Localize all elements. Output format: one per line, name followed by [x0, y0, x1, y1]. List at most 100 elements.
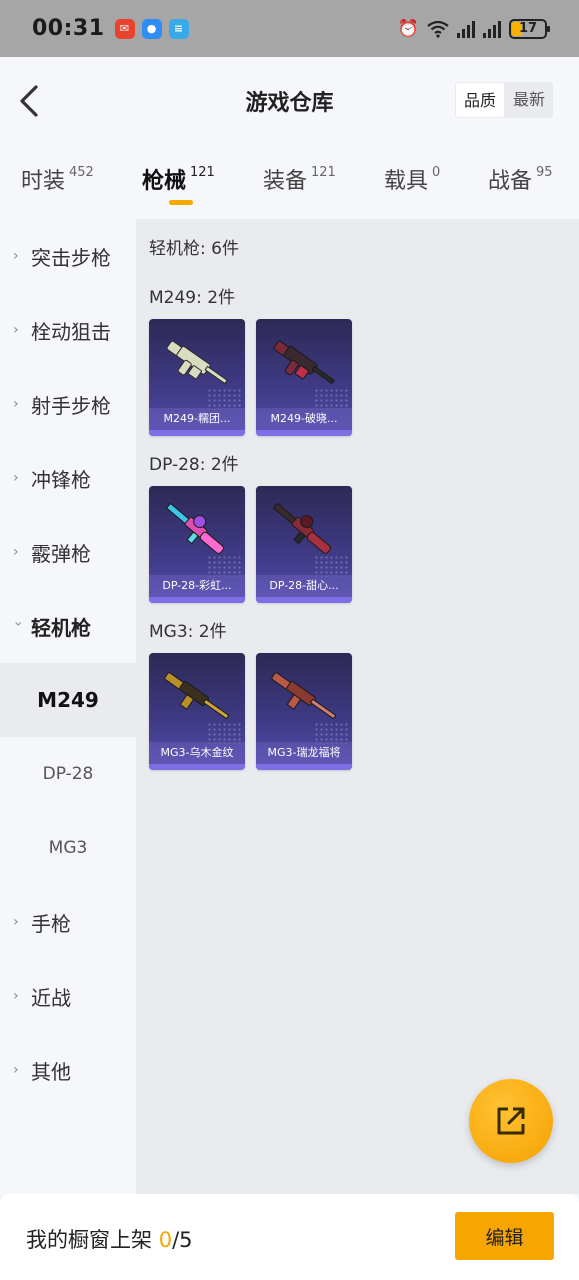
group-title-mg3: MG3: 2件: [149, 622, 227, 642]
weapon-icon: [165, 502, 225, 554]
external-link-icon: [497, 1107, 525, 1135]
active-tab-indicator: [169, 200, 193, 205]
battery-icon: 17: [509, 18, 550, 39]
sort-newest-button[interactable]: 最新: [505, 82, 553, 118]
chevron-right-icon: ›: [13, 470, 19, 486]
sidebar-item-shotgun[interactable]: › 霰弹枪: [0, 515, 136, 589]
tab-count: 121: [190, 165, 215, 180]
item-card[interactable]: DP-28-甜心...: [256, 486, 352, 603]
weapon-icon: [166, 340, 228, 385]
showcase-label: 我的橱窗上架: [26, 1228, 159, 1252]
edit-button[interactable]: 编辑: [455, 1212, 554, 1260]
sidebar-item-label: 冲锋枪: [31, 467, 91, 492]
alarm-icon: ⏰: [397, 18, 419, 39]
rarity-bar: [256, 764, 352, 770]
tab-label: 战备: [488, 169, 533, 194]
sidebar-item-label: 手枪: [31, 911, 71, 936]
weapon-icon: [271, 672, 337, 720]
tab-battle-prep[interactable]: 战备 95: [488, 163, 553, 195]
sidebar-item-label: 栓动狙击: [31, 319, 111, 344]
chevron-right-icon: ›: [13, 396, 19, 412]
item-card[interactable]: M249-糯团...: [149, 319, 245, 436]
showcase-total: /5: [172, 1228, 193, 1252]
rarity-bar: [149, 764, 245, 770]
signal-icon: [457, 20, 475, 38]
rarity-bar: [256, 430, 352, 436]
tab-firearms[interactable]: 枪械 121: [142, 163, 215, 195]
status-time: 00:31: [32, 16, 105, 41]
rarity-bar: [149, 430, 245, 436]
sidebar-subitem-mg3[interactable]: MG3: [0, 811, 136, 885]
tab-fashion[interactable]: 时装 452: [21, 163, 94, 195]
weapon-type-sidebar: › 突击步枪 › 栓动狙击 › 射手步枪 › 冲锋枪 › 霰弹枪 › 轻机枪 M…: [0, 219, 136, 1194]
tab-count: 452: [69, 165, 94, 180]
group-title-m249: M249: 2件: [149, 288, 236, 308]
signal-icon-2: [483, 20, 501, 38]
showcase-current: 0: [158, 1228, 173, 1252]
sidebar-item-smg[interactable]: › 冲锋枪: [0, 441, 136, 515]
sidebar-item-label: 近战: [31, 985, 71, 1010]
sort-toggle: 品质 最新: [454, 82, 553, 118]
tab-equipment[interactable]: 装备 121: [263, 163, 336, 195]
sort-quality-button[interactable]: 品质: [454, 82, 505, 118]
category-total: 轻机枪: 6件: [149, 239, 239, 259]
notification-icons: ✉ ● ≡: [114, 18, 189, 39]
sidebar-item-bolt-sniper[interactable]: › 栓动狙击: [0, 293, 136, 367]
news-notification-icon: ≡: [168, 18, 189, 39]
item-card[interactable]: MG3-瑞龙福将: [256, 653, 352, 770]
tab-vehicles[interactable]: 载具 0: [384, 163, 440, 195]
sidebar-item-assault-rifle[interactable]: › 突击步枪: [0, 219, 136, 293]
chevron-right-icon: ›: [13, 988, 19, 1004]
chevron-right-icon: ›: [13, 914, 19, 930]
group-title-dp28: DP-28: 2件: [149, 455, 239, 475]
sidebar-item-label: 射手步枪: [31, 393, 111, 418]
sidebar-item-label: 其他: [31, 1059, 71, 1084]
sidebar-item-marksman-rifle[interactable]: › 射手步枪: [0, 367, 136, 441]
chevron-right-icon: ›: [13, 544, 19, 560]
item-grid-panel: 轻机枪: 6件 M249: 2件 M249-糯团... M249-破晓... D…: [136, 219, 579, 1194]
sidebar-item-other[interactable]: › 其他: [0, 1033, 136, 1107]
item-card[interactable]: DP-28-彩虹...: [149, 486, 245, 603]
header: 游戏仓库 品质 最新: [0, 57, 579, 145]
chat-notification-icon: ●: [141, 18, 162, 39]
item-card[interactable]: MG3-乌木金纹: [149, 653, 245, 770]
tab-label: 载具: [384, 169, 429, 194]
rarity-bar: [149, 597, 245, 603]
item-name: MG3-乌木金纹: [149, 742, 245, 764]
battery-level: 17: [518, 21, 538, 36]
weapon-icon: [273, 340, 335, 385]
tab-label: 时装: [21, 169, 66, 194]
sidebar-item-label: 突击步枪: [31, 245, 111, 270]
chevron-down-icon: ›: [10, 621, 26, 627]
tab-count: 0: [432, 165, 441, 180]
sidebar-item-melee[interactable]: › 近战: [0, 959, 136, 1033]
sidebar-item-lmg[interactable]: › 轻机枪: [0, 589, 136, 663]
chevron-right-icon: ›: [13, 322, 19, 338]
bottom-bar: 我的橱窗上架 0/5 编辑: [0, 1194, 579, 1280]
tab-label: 装备: [263, 169, 308, 194]
tab-count: 121: [311, 165, 336, 180]
sidebar-item-pistol[interactable]: › 手枪: [0, 885, 136, 959]
item-name: DP-28-彩虹...: [149, 575, 245, 597]
tab-label: 枪械: [142, 169, 187, 194]
sidebar-subitem-dp28[interactable]: DP-28: [0, 737, 136, 811]
app-notification-icon: ✉: [114, 18, 135, 39]
item-card[interactable]: M249-破晓...: [256, 319, 352, 436]
sidebar-item-label: 轻机枪: [31, 615, 91, 640]
weapon-icon: [272, 502, 332, 554]
item-name: MG3-瑞龙福将: [256, 742, 352, 764]
chevron-right-icon: ›: [13, 1062, 19, 1078]
item-name: M249-破晓...: [256, 408, 352, 430]
sidebar-item-label: 霰弹枪: [31, 541, 91, 566]
showcase-count: 我的橱窗上架 0/5: [26, 1224, 193, 1254]
weapon-icon: [164, 672, 230, 720]
item-name: M249-糯团...: [149, 408, 245, 430]
wifi-icon: [427, 20, 449, 38]
status-bar: 00:31 ✉ ● ≡ ⏰ 17: [0, 0, 579, 57]
sidebar-subitem-m249[interactable]: M249: [0, 663, 136, 737]
share-fab-button[interactable]: [469, 1079, 553, 1163]
tab-count: 95: [536, 165, 553, 180]
chevron-right-icon: ›: [13, 248, 19, 264]
rarity-bar: [256, 597, 352, 603]
category-tabs: 时装 452 枪械 121 装备 121 载具 0 战备 95: [0, 145, 579, 219]
